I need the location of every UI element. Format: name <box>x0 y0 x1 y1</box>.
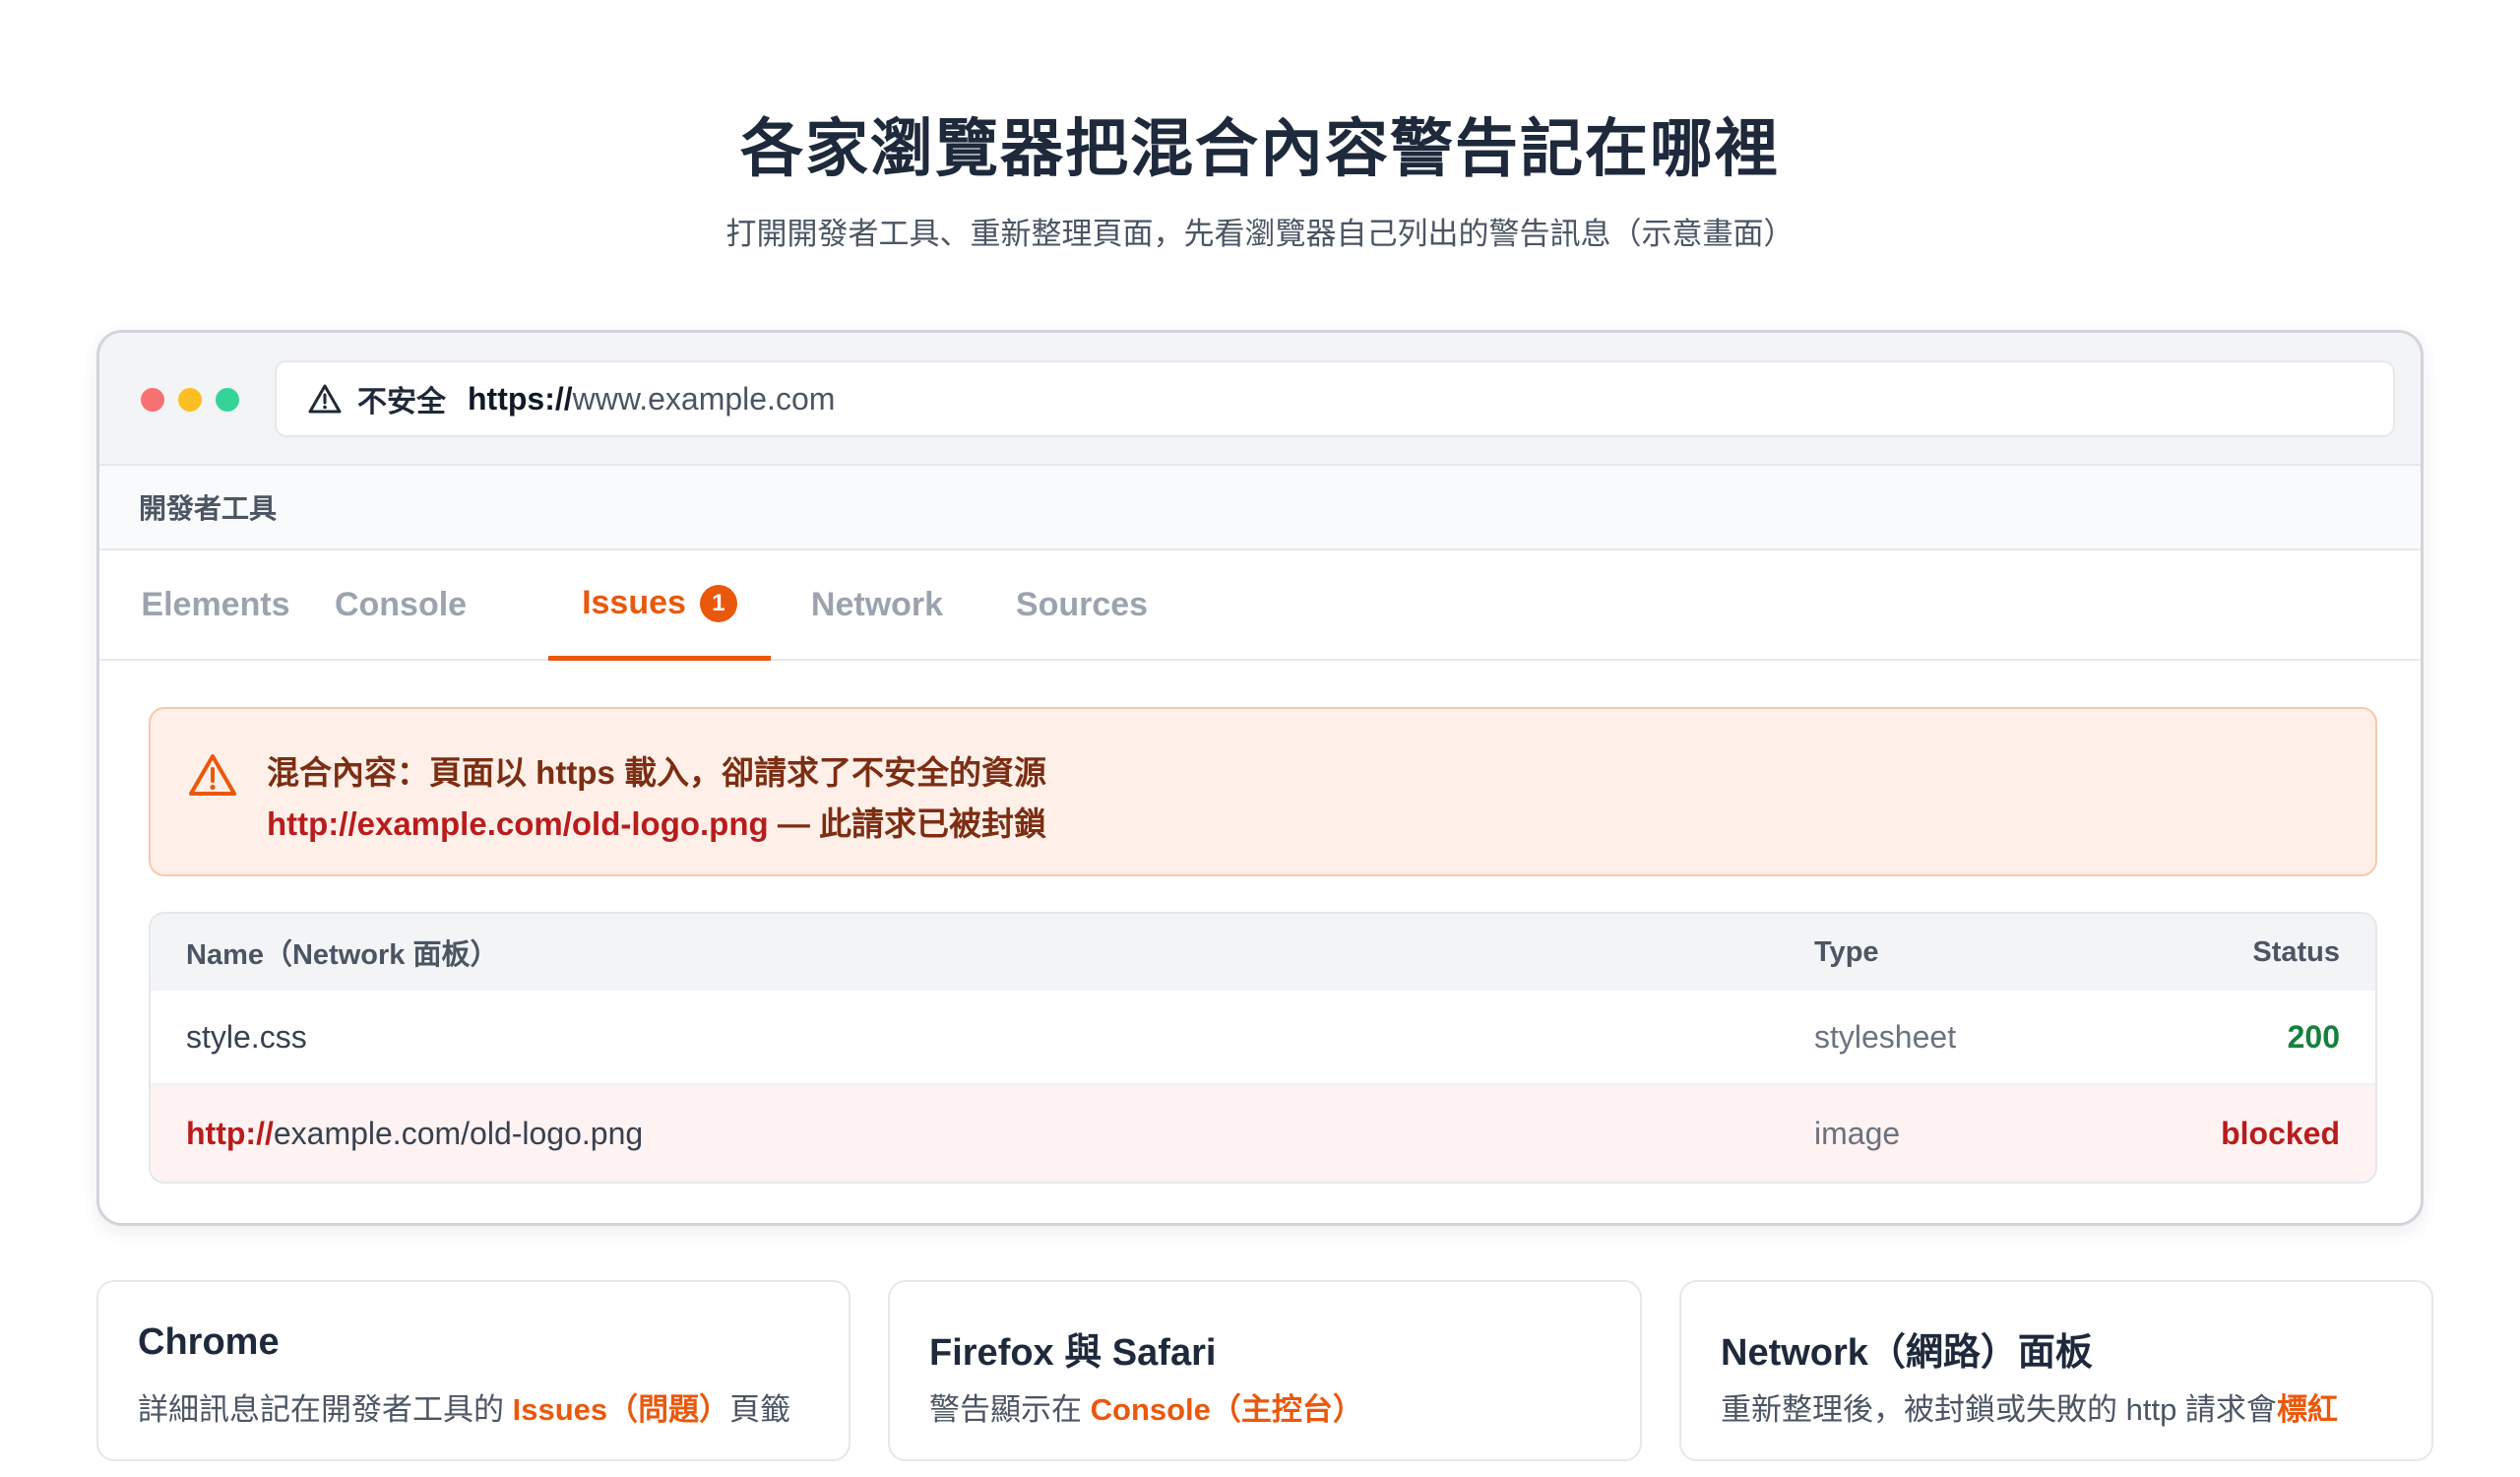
page-title: 各家瀏覽器把混合內容警告記在哪裡 <box>740 113 1780 184</box>
info-card-chrome: Chrome 詳細訊息記在開發者工具的 Issues（問題）頁籤 <box>96 1280 850 1461</box>
card-highlight: Issues（問題） <box>512 1392 730 1427</box>
card-title: Firefox 與 Safari <box>929 1332 1217 1374</box>
window-close-dot[interactable] <box>141 388 164 412</box>
column-header-name[interactable]: Name（Network 面板） <box>186 914 498 991</box>
url-host: www.example.com <box>572 380 836 417</box>
request-status: 200 <box>2287 1018 2340 1055</box>
card-text-prefix: 詳細訊息記在開發者工具的 <box>138 1392 513 1427</box>
card-title: Chrome <box>138 1321 280 1363</box>
url-scheme: https:// <box>468 380 573 417</box>
devtools-header: 開發者工具 <box>99 466 2421 550</box>
request-type: stylesheet <box>1814 1018 1957 1055</box>
tab-elements[interactable]: Elements <box>137 550 294 659</box>
issues-count-badge: 1 <box>699 584 737 622</box>
info-card-network-panel: Network（網路）面板 重新整理後，被封鎖或失敗的 http 請求會標紅 <box>1679 1280 2433 1461</box>
window-minimize-dot[interactable] <box>178 388 202 412</box>
tab-label: Elements <box>141 585 290 623</box>
card-text-prefix: 重新整理後，被封鎖或失敗的 http 請求會 <box>1721 1392 2277 1427</box>
network-table: Name（Network 面板） Type Status style.css s… <box>149 912 2377 1184</box>
address-bar[interactable]: 不安全 https:// www.example.com <box>275 360 2395 437</box>
card-text: 重新整理後，被封鎖或失敗的 http 請求會標紅 <box>1721 1384 2338 1429</box>
request-scheme: http:// <box>186 1115 274 1151</box>
request-host: example.com/old-logo.png <box>273 1115 644 1151</box>
security-label[interactable]: 不安全 <box>357 377 446 420</box>
table-row-blocked[interactable]: http://example.com/old-logo.png image bl… <box>151 1085 2375 1182</box>
request-name: http://example.com/old-logo.png <box>186 1085 643 1182</box>
mixed-content-alert: 混合內容：頁面以 https 載入，卻請求了不安全的資源 http://exam… <box>149 707 2377 876</box>
column-header-type[interactable]: Type <box>1814 914 1879 991</box>
card-text: 警告顯示在 Console（主控台） <box>929 1384 1363 1429</box>
card-highlight: Console（主控台） <box>1090 1392 1363 1427</box>
table-row[interactable]: style.css stylesheet 200 <box>151 991 2375 1085</box>
card-title: Network（網路）面板 <box>1721 1332 2093 1374</box>
request-status: blocked <box>2221 1115 2340 1151</box>
card-highlight: 標紅 <box>2276 1392 2338 1427</box>
column-header-status[interactable]: Status <box>2252 914 2340 991</box>
tab-label: Console <box>334 585 468 623</box>
blocked-resource-link[interactable]: http://example.com/old-logo.png <box>267 805 769 842</box>
tab-label: Network <box>810 585 944 623</box>
tab-console[interactable]: Console <box>322 550 479 659</box>
tab-network[interactable]: Network <box>798 550 956 659</box>
info-card-firefox-safari: Firefox 與 Safari 警告顯示在 Console（主控台） <box>888 1280 1642 1461</box>
tab-label: Sources <box>1015 585 1149 623</box>
browser-toolbar: 不安全 https:// www.example.com <box>99 333 2421 466</box>
browser-window: 不安全 https:// www.example.com 開發者工具 Eleme… <box>96 330 2424 1226</box>
tab-sources[interactable]: Sources <box>1003 550 1161 659</box>
request-type: image <box>1814 1115 1901 1151</box>
alert-detail: http://example.com/old-logo.png — 此請求已被封… <box>267 798 1046 845</box>
card-text-prefix: 警告顯示在 <box>929 1392 1091 1427</box>
devtools-label: 開發者工具 <box>139 493 278 524</box>
page-subtitle: 打開開發者工具、重新整理頁面，先看瀏覽器自己列出的警告訊息（示意畫面） <box>725 217 1795 251</box>
warning-triangle-icon[interactable] <box>308 383 342 415</box>
window-maximize-dot[interactable] <box>216 388 239 412</box>
alert-message: 混合內容：頁面以 https 載入，卻請求了不安全的資源 <box>267 754 1046 791</box>
request-name: style.css <box>186 1018 307 1055</box>
alert-blocked-note: — 此請求已被封鎖 <box>768 805 1046 842</box>
tab-label: Issues <box>582 584 686 621</box>
devtools-tabs: Elements Console Issues 1 Network Source… <box>99 550 2421 661</box>
card-text-suffix: 頁籤 <box>729 1392 791 1427</box>
table-header: Name（Network 面板） Type Status <box>151 914 2375 991</box>
page: 各家瀏覽器把混合內容警告記在哪裡 打開開發者工具、重新整理頁面，先看瀏覽器自己列… <box>0 0 2520 1477</box>
tab-issues[interactable]: Issues 1 <box>548 550 771 661</box>
card-text: 詳細訊息記在開發者工具的 Issues（問題）頁籤 <box>138 1384 790 1429</box>
warning-triangle-icon <box>189 754 236 796</box>
